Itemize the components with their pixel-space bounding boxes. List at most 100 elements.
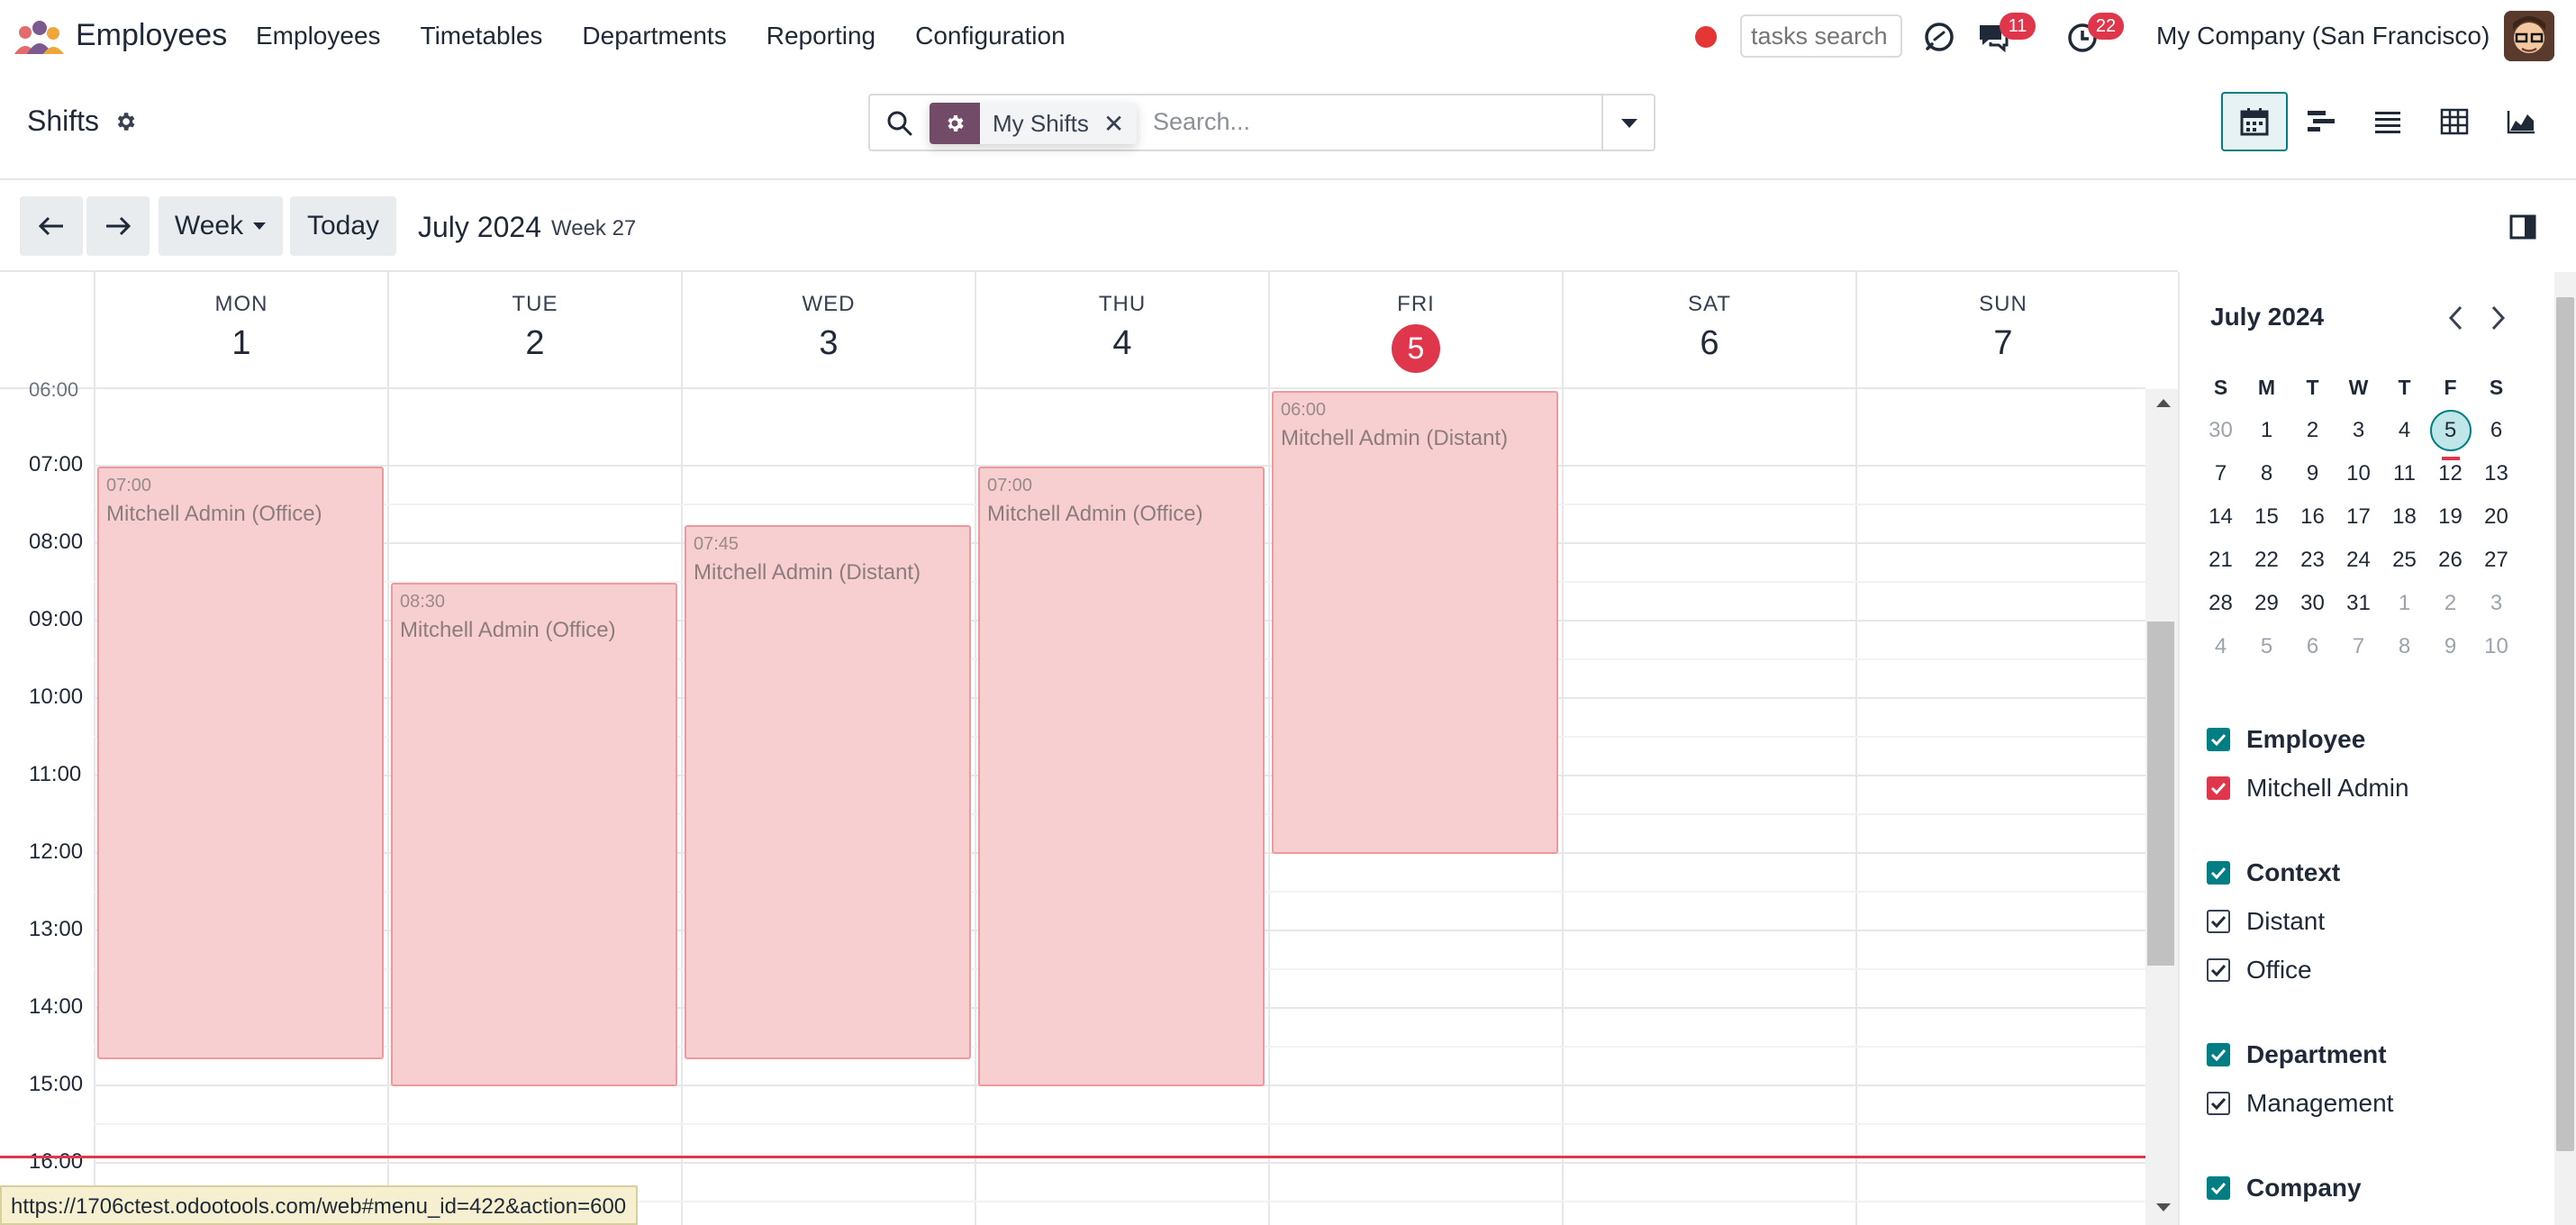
mini-day[interactable]: 16 (2290, 504, 2336, 530)
user-avatar[interactable] (2504, 11, 2554, 61)
day-header-thu[interactable]: THU 4 (975, 272, 1268, 387)
facet-remove-close-icon[interactable]: ✕ (1103, 109, 1137, 139)
mini-day[interactable]: 27 (2473, 548, 2519, 573)
mini-day[interactable]: 7 (2198, 461, 2244, 486)
filter-item-management[interactable]: Management (2207, 1079, 2393, 1128)
filter-context-header[interactable]: Context (2207, 848, 2340, 897)
mini-prev-chevron-icon[interactable] (2446, 304, 2464, 331)
mini-day[interactable]: 28 (2198, 591, 2244, 616)
mini-day[interactable]: 6 (2473, 418, 2519, 443)
day-header-sun[interactable]: SUN 7 (1855, 272, 2145, 387)
next-period-button[interactable] (86, 196, 150, 256)
mini-day[interactable]: 30 (2290, 591, 2336, 616)
mini-day[interactable]: 4 (2381, 418, 2427, 443)
mini-day[interactable]: 20 (2473, 504, 2519, 530)
app-title[interactable]: Employees (76, 18, 227, 53)
checkbox-checked-icon[interactable] (2207, 728, 2230, 751)
recording-indicator-icon[interactable] (1695, 26, 1717, 48)
search-options-toggle[interactable] (1601, 95, 1654, 150)
menu-item-reporting[interactable]: Reporting (766, 22, 875, 50)
app-logo-icon[interactable] (13, 20, 65, 56)
discuss-icon[interactable] (1922, 20, 1956, 54)
mini-day[interactable]: 2 (2427, 591, 2473, 616)
view-calendar-button[interactable] (2221, 92, 2288, 151)
view-gantt-button[interactable] (2288, 92, 2354, 151)
shift-event[interactable]: 06:00 Mitchell Admin (Distant) (1272, 391, 1558, 854)
mini-day[interactable]: 26 (2427, 548, 2473, 573)
mini-day[interactable]: 19 (2427, 504, 2473, 530)
mini-day[interactable]: 2 (2290, 418, 2336, 443)
filter-item-office[interactable]: Office (2207, 946, 2340, 994)
menu-item-timetables[interactable]: Timetables (421, 22, 543, 50)
menu-item-departments[interactable]: Departments (582, 22, 726, 50)
filter-company-header[interactable]: Company (2207, 1164, 2362, 1212)
sidebar-scroll-thumb[interactable] (2556, 297, 2574, 1151)
search-input[interactable]: Search... (1153, 108, 1250, 136)
filter-department-header[interactable]: Department (2207, 1030, 2393, 1079)
checkbox-checked-icon[interactable] (2207, 1176, 2230, 1200)
mini-day[interactable]: 23 (2290, 548, 2336, 573)
search-icon[interactable] (886, 110, 913, 137)
action-gear-icon[interactable] (113, 110, 137, 133)
mini-day[interactable]: 29 (2244, 591, 2290, 616)
shift-event[interactable]: 08:30 Mitchell Admin (Office) (391, 583, 677, 1086)
mini-day[interactable]: 24 (2336, 548, 2381, 573)
mini-day[interactable]: 12 (2427, 461, 2473, 486)
mini-day[interactable]: 4 (2198, 634, 2244, 659)
filter-item-distant[interactable]: Distant (2207, 897, 2340, 946)
mini-day[interactable]: 8 (2381, 634, 2427, 659)
mini-day[interactable]: 10 (2336, 461, 2381, 486)
checkbox-checked-icon[interactable] (2207, 1043, 2230, 1066)
mini-day[interactable]: 3 (2473, 591, 2519, 616)
menu-item-configuration[interactable]: Configuration (915, 22, 1066, 50)
mini-day[interactable]: 17 (2336, 504, 2381, 530)
time-grid[interactable]: 06:00 07:00 08:00 09:00 10:00 11:00 12:00 13:0… (0, 378, 2145, 1225)
mini-day[interactable]: 11 (2381, 461, 2427, 486)
shift-event[interactable]: 07:00 Mitchell Admin (Office) (978, 467, 1265, 1086)
company-switcher[interactable]: My Company (San Francisco) (2156, 22, 2490, 50)
mini-day[interactable]: 18 (2381, 504, 2427, 530)
mini-day[interactable]: 1 (2381, 591, 2427, 616)
mini-day[interactable]: 14 (2198, 504, 2244, 530)
scroll-up-arrow-icon[interactable] (2154, 396, 2172, 409)
checkbox-checked-icon[interactable] (2207, 958, 2230, 982)
mini-day[interactable]: 10 (2473, 634, 2519, 659)
day-header-fri[interactable]: FRI 5 (1268, 272, 1562, 387)
mini-day[interactable]: 9 (2290, 461, 2336, 486)
day-header-wed[interactable]: WED 3 (681, 272, 975, 387)
mini-day[interactable]: 13 (2473, 461, 2519, 486)
previous-period-button[interactable] (20, 196, 83, 256)
mini-day[interactable]: 5 (2244, 634, 2290, 659)
mini-day[interactable]: 3 (2336, 418, 2381, 443)
mini-day[interactable]: 9 (2427, 634, 2473, 659)
filter-employee-header[interactable]: Employee (2207, 715, 2409, 764)
day-header-mon[interactable]: MON 1 (94, 272, 387, 387)
calendar-scroll-thumb[interactable] (2147, 622, 2174, 966)
checkbox-checked-icon[interactable] (2207, 910, 2230, 933)
mini-day[interactable]: 30 (2198, 418, 2244, 443)
mini-day[interactable]: 21 (2198, 548, 2244, 573)
mini-day[interactable]: 31 (2336, 591, 2381, 616)
scale-dropdown[interactable]: Week (159, 196, 283, 256)
mini-day[interactable]: 6 (2290, 634, 2336, 659)
checkbox-checked-icon[interactable] (2207, 861, 2230, 885)
search-facet-my-shifts[interactable]: My Shifts ✕ (930, 103, 1138, 144)
mini-day[interactable]: 5 (2427, 410, 2473, 460)
menu-item-employees[interactable]: Employees (256, 22, 381, 50)
checkbox-checked-icon[interactable] (2207, 776, 2230, 800)
shift-event[interactable]: 07:45 Mitchell Admin (Distant) (685, 524, 971, 1059)
view-list-button[interactable] (2354, 92, 2421, 151)
mini-next-chevron-icon[interactable] (2490, 304, 2508, 331)
mini-day[interactable]: 22 (2244, 548, 2290, 573)
mini-day[interactable]: 25 (2381, 548, 2427, 573)
day-header-sat[interactable]: SAT 6 (1562, 272, 1855, 387)
mini-day[interactable]: 7 (2336, 634, 2381, 659)
mini-day[interactable]: 1 (2244, 418, 2290, 443)
today-button[interactable]: Today (290, 196, 396, 256)
tasks-search-input[interactable] (1740, 14, 1902, 58)
checkbox-checked-icon[interactable] (2207, 1092, 2230, 1115)
filter-item-mitchell-admin[interactable]: Mitchell Admin (2207, 764, 2409, 812)
view-pivot-button[interactable] (2421, 92, 2488, 151)
day-header-tue[interactable]: TUE 2 (387, 272, 681, 387)
view-graph-button[interactable] (2488, 92, 2554, 151)
